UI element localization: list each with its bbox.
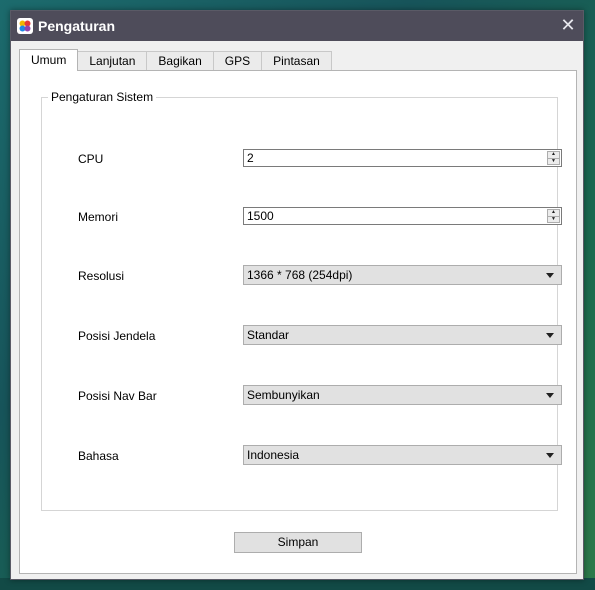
memory-value[interactable]: 1500	[247, 209, 274, 223]
language-value: Indonesia	[247, 448, 300, 462]
resolution-value: 1366 * 768 (254dpi)	[247, 268, 353, 282]
tab-bar: Umum Lanjutan Bagikan GPS Pintasan	[19, 49, 332, 71]
tab-pintasan[interactable]: Pintasan	[261, 51, 332, 71]
resolution-label: Resolusi	[78, 269, 125, 283]
chevron-down-icon	[546, 393, 554, 398]
title-bar[interactable]: Pengaturan ✕	[11, 11, 583, 41]
chevron-down-icon	[546, 453, 554, 458]
chevron-down-icon	[546, 273, 554, 278]
cpu-spin-buttons: ▲ ▼	[547, 151, 560, 165]
window-position-value: Standar	[247, 328, 290, 342]
language-dropdown[interactable]: Indonesia	[243, 445, 562, 465]
save-button[interactable]: Simpan	[234, 532, 362, 553]
cpu-spinbox[interactable]: 2 ▲ ▼	[243, 149, 562, 167]
navbar-position-label: Posisi Nav Bar	[78, 389, 157, 403]
tab-lanjutan[interactable]: Lanjutan	[77, 51, 148, 71]
close-icon[interactable]: ✕	[557, 15, 579, 37]
resolution-dropdown[interactable]: 1366 * 768 (254dpi)	[243, 265, 562, 285]
memory-label: Memori	[78, 210, 119, 224]
app-logo-icon	[17, 18, 33, 34]
tab-panel-umum: Pengaturan Sistem CPU 2 ▲ ▼ Memori 1500 …	[19, 70, 577, 574]
window-position-label: Posisi Jendela	[78, 329, 156, 343]
group-title: Pengaturan Sistem	[48, 90, 157, 104]
chevron-down-icon	[546, 333, 554, 338]
navbar-position-value: Sembunyikan	[247, 388, 320, 402]
window-position-dropdown[interactable]: Standar	[243, 325, 562, 345]
system-settings-group: Pengaturan Sistem CPU 2 ▲ ▼ Memori 1500 …	[41, 90, 562, 511]
tab-gps[interactable]: GPS	[212, 51, 263, 71]
cpu-value[interactable]: 2	[247, 151, 254, 165]
memory-spinbox[interactable]: 1500 ▲ ▼	[243, 207, 562, 225]
window-title: Pengaturan	[38, 18, 116, 34]
settings-window: Pengaturan ✕ Umum Lanjutan Bagikan GPS P…	[10, 10, 584, 580]
cpu-label: CPU	[78, 152, 104, 166]
navbar-position-dropdown[interactable]: Sembunyikan	[243, 385, 562, 405]
spin-down-icon[interactable]: ▼	[547, 157, 560, 165]
language-label: Bahasa	[78, 449, 119, 463]
spin-down-icon[interactable]: ▼	[547, 215, 560, 223]
tab-umum[interactable]: Umum	[19, 49, 79, 71]
tab-bagikan[interactable]: Bagikan	[146, 51, 214, 71]
memory-spin-buttons: ▲ ▼	[547, 209, 560, 223]
